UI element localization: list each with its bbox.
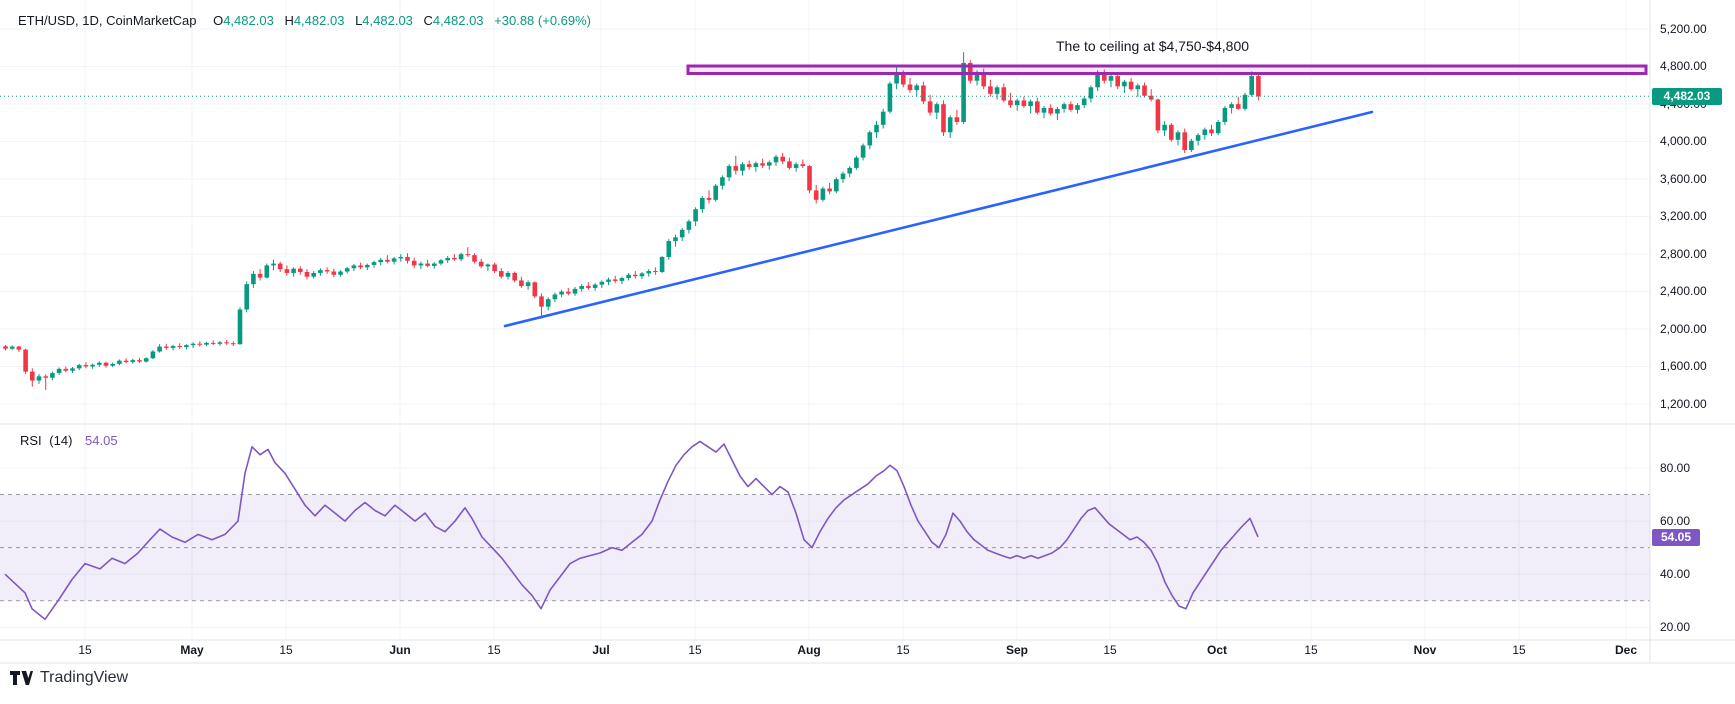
price-tick-label: 2,800.00 xyxy=(1660,247,1707,261)
resistance-annotation-text[interactable]: The to ceiling at $4,750-$4,800 xyxy=(1056,38,1249,54)
time-day-label: 15 xyxy=(279,643,292,657)
tradingview-chart-window: ETH/USD, 1D, CoinMarketCap O4,482.03 H4,… xyxy=(0,0,1735,704)
rsi-tick-label: 80.00 xyxy=(1660,461,1690,475)
rsi-indicator-legend[interactable]: RSI (14) 54.05 xyxy=(20,433,118,448)
rsi-value-badge: 54.05 xyxy=(1652,529,1700,546)
time-month-label: Aug xyxy=(797,643,820,657)
rsi-tick-label: 20.00 xyxy=(1660,620,1690,634)
price-tick-label: 2,000.00 xyxy=(1660,322,1707,336)
tradingview-watermark[interactable]: TradingView xyxy=(10,668,128,688)
time-month-label: May xyxy=(180,643,203,657)
time-day-label: 15 xyxy=(896,643,909,657)
last-price-badge: 4,482.03 xyxy=(1652,88,1722,105)
time-month-label: Nov xyxy=(1414,643,1437,657)
rsi-tick-label: 60.00 xyxy=(1660,514,1690,528)
price-tick-label: 1,200.00 xyxy=(1660,397,1707,411)
price-tick-label: 4,000.00 xyxy=(1660,134,1707,148)
rsi-tick-label: 40.00 xyxy=(1660,567,1690,581)
change-value: +30.88 (+0.69%) xyxy=(494,13,591,28)
price-tick-label: 5,200.00 xyxy=(1660,22,1707,36)
time-month-label: Jul xyxy=(592,643,609,657)
time-day-label: 15 xyxy=(487,643,500,657)
chart-canvas[interactable] xyxy=(0,0,1735,704)
low-value: 4,482.03 xyxy=(362,13,413,28)
time-day-label: 15 xyxy=(1512,643,1525,657)
tradingview-watermark-text[interactable]: TradingView xyxy=(40,669,128,687)
price-tick-label: 3,600.00 xyxy=(1660,172,1707,186)
rsi-value: 54.05 xyxy=(85,433,118,448)
rsi-name: RSI xyxy=(20,433,42,448)
time-month-label: Sep xyxy=(1006,643,1028,657)
time-day-label: 15 xyxy=(1304,643,1317,657)
price-tick-label: 1,600.00 xyxy=(1660,359,1707,373)
time-day-label: 15 xyxy=(78,643,91,657)
time-month-label: Jun xyxy=(389,643,410,657)
close-label: C xyxy=(424,13,433,28)
symbol-legend[interactable]: ETH/USD, 1D, CoinMarketCap O4,482.03 H4,… xyxy=(18,13,591,28)
time-month-label: Oct xyxy=(1207,643,1227,657)
time-day-label: 15 xyxy=(1103,643,1116,657)
symbol-title[interactable]: ETH/USD, 1D, CoinMarketCap xyxy=(18,13,196,28)
rsi-params: (14) xyxy=(49,433,72,448)
tradingview-logo-icon[interactable] xyxy=(10,668,33,688)
high-label: H xyxy=(284,13,293,28)
high-value: 4,482.03 xyxy=(294,13,345,28)
close-value: 4,482.03 xyxy=(433,13,484,28)
open-label: O xyxy=(213,13,223,28)
price-tick-label: 2,400.00 xyxy=(1660,284,1707,298)
time-month-label: Dec xyxy=(1615,643,1637,657)
price-tick-label: 4,800.00 xyxy=(1660,59,1707,73)
open-value: 4,482.03 xyxy=(223,13,274,28)
time-day-label: 15 xyxy=(688,643,701,657)
price-tick-label: 3,200.00 xyxy=(1660,209,1707,223)
